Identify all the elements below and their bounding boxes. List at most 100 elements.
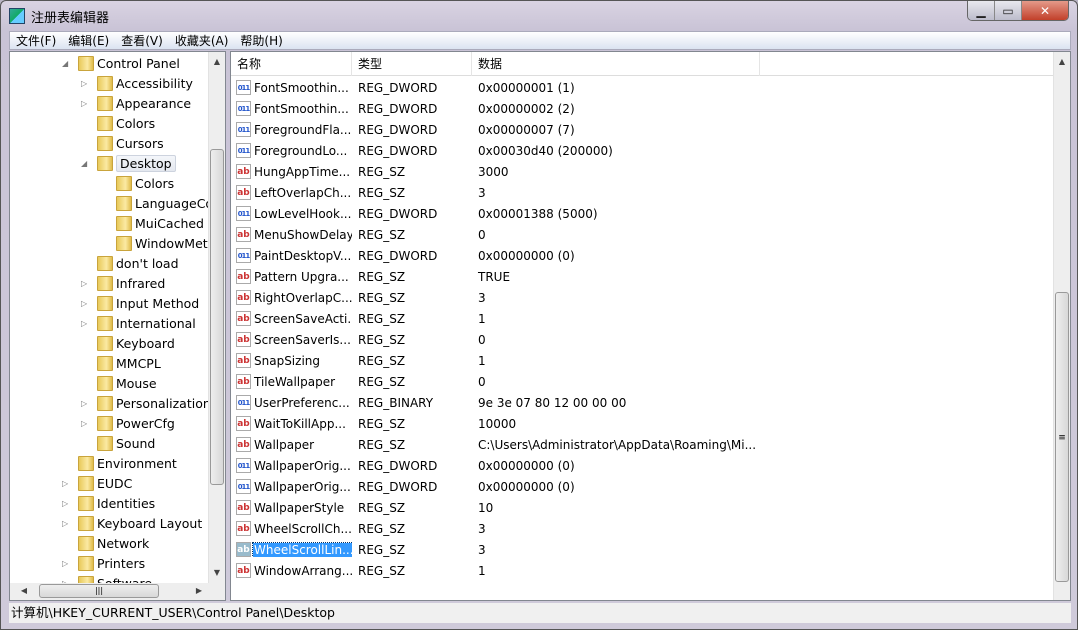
- tree-item[interactable]: ▷ Personalization: [81, 393, 211, 413]
- menu-edit[interactable]: 编辑(E): [62, 32, 115, 49]
- collapse-icon[interactable]: ◢: [81, 159, 91, 168]
- expand-icon[interactable]: ▷: [62, 559, 72, 568]
- column-header-name[interactable]: 名称: [231, 52, 352, 76]
- expand-icon[interactable]: ▷: [81, 419, 91, 428]
- value-row[interactable]: ab TileWallpaper REG_SZ 0: [231, 371, 1054, 392]
- tree-item-label: Environment: [97, 455, 177, 471]
- scrollbar-thumb[interactable]: ≡: [1055, 292, 1069, 582]
- tree-item[interactable]: ▷ Infrared: [81, 273, 165, 293]
- tree-item[interactable]: don't load: [81, 253, 179, 273]
- tree-item[interactable]: Mouse: [81, 373, 157, 393]
- tree-item[interactable]: Network: [62, 533, 149, 553]
- menu-help[interactable]: 帮助(H): [234, 32, 288, 49]
- value-data: 3: [478, 542, 486, 557]
- expand-icon[interactable]: ▷: [62, 499, 72, 508]
- value-row[interactable]: ab WheelScrollCh... REG_SZ 3: [231, 518, 1054, 539]
- scroll-down-icon[interactable]: ▼: [209, 565, 225, 581]
- value-row[interactable]: ab WheelScrollLin... REG_SZ 3: [231, 539, 1054, 560]
- tree-item[interactable]: Sound: [81, 433, 155, 453]
- value-row[interactable]: 011 WallpaperOrig... REG_DWORD 0x00000000 (…: [231, 476, 1054, 497]
- value-row[interactable]: ab HungAppTime... REG_SZ 3000: [231, 161, 1054, 182]
- tree-item[interactable]: ▷ Accessibility: [81, 73, 193, 93]
- value-name: WheelScrollLin...: [252, 542, 352, 557]
- value-row[interactable]: ab MenuShowDelay REG_SZ 0: [231, 224, 1054, 245]
- tree-item[interactable]: ▷ Identities: [62, 493, 155, 513]
- value-row[interactable]: 011 PaintDesktopV... REG_DWORD 0x00000000 (…: [231, 245, 1054, 266]
- tree-item[interactable]: Colors: [81, 113, 155, 133]
- expand-icon[interactable]: ▷: [81, 279, 91, 288]
- value-row[interactable]: ab WindowArrang... REG_SZ 1: [231, 560, 1054, 581]
- scrollbar-thumb[interactable]: |||: [39, 584, 159, 598]
- scroll-left-icon[interactable]: ◀: [16, 583, 32, 599]
- string-value-icon: ab: [236, 437, 251, 452]
- value-row[interactable]: 011 ForegroundLo... REG_DWORD 0x00030d40 (2…: [231, 140, 1054, 161]
- tree-item[interactable]: MMCPL: [81, 353, 161, 373]
- tree-item[interactable]: Cursors: [81, 133, 164, 153]
- value-row[interactable]: ab WaitToKillApp... REG_SZ 10000: [231, 413, 1054, 434]
- tree-item[interactable]: ▷ EUDC: [62, 473, 132, 493]
- minimize-button[interactable]: ▁: [968, 1, 995, 20]
- value-type: REG_SZ: [358, 290, 406, 305]
- list-vertical-scrollbar[interactable]: ▲ ≡: [1053, 52, 1070, 600]
- value-data: 0x00000002 (2): [478, 101, 575, 116]
- value-row[interactable]: ab ScreenSaverIs... REG_SZ 0: [231, 329, 1054, 350]
- column-header-data[interactable]: 数据: [472, 52, 760, 76]
- expand-icon[interactable]: ▷: [62, 479, 72, 488]
- scroll-up-icon[interactable]: ▲: [1054, 54, 1070, 70]
- expand-icon[interactable]: ▷: [81, 79, 91, 88]
- expand-icon[interactable]: ▷: [81, 99, 91, 108]
- scroll-right-icon[interactable]: ▶: [191, 583, 207, 599]
- value-data: 3: [478, 290, 486, 305]
- value-name: UserPreferenc...: [254, 395, 350, 410]
- scroll-up-icon[interactable]: ▲: [209, 54, 225, 70]
- value-row[interactable]: 011 FontSmoothin... REG_DWORD 0x00000002 (2…: [231, 98, 1054, 119]
- tree-item[interactable]: Colors: [100, 173, 174, 193]
- tree-item[interactable]: ▷ Keyboard Layout: [62, 513, 202, 533]
- value-type: REG_SZ: [358, 437, 406, 452]
- tree-vertical-scrollbar[interactable]: ▲ ▼: [208, 52, 225, 583]
- registry-editor-window: 注册表编辑器 ▁ ▭ ✕ 文件(F) 编辑(E) 查看(V) 收藏夹(A) 帮助…: [0, 0, 1078, 630]
- expand-icon[interactable]: ▷: [62, 519, 72, 528]
- value-row[interactable]: 011 LowLevelHook... REG_DWORD 0x00001388 (5…: [231, 203, 1054, 224]
- value-row[interactable]: 011 UserPreferenc... REG_BINARY 9e 3e 07 80…: [231, 392, 1054, 413]
- value-row[interactable]: 011 ForegroundFla... REG_DWORD 0x00000007 (…: [231, 119, 1054, 140]
- string-value-icon: ab: [236, 290, 251, 305]
- collapse-icon[interactable]: ◢: [62, 59, 72, 68]
- scrollbar-thumb[interactable]: [210, 149, 224, 485]
- tree-item[interactable]: ▷ International: [81, 313, 196, 333]
- tree-item[interactable]: Environment: [62, 453, 177, 473]
- tree-item[interactable]: ▷ PowerCfg: [81, 413, 175, 433]
- tree-item[interactable]: ▷ Printers: [62, 553, 145, 573]
- value-row[interactable]: 011 FontSmoothin... REG_DWORD 0x00000001 (1…: [231, 77, 1054, 98]
- value-row[interactable]: 011 WallpaperOrig... REG_DWORD 0x00000000 (…: [231, 455, 1054, 476]
- value-name: ForegroundLo...: [254, 143, 348, 158]
- close-button[interactable]: ✕: [1022, 1, 1068, 20]
- tree-item-label: Colors: [116, 115, 156, 131]
- tree-item[interactable]: ◢ Control Panel: [62, 53, 180, 73]
- value-type: REG_DWORD: [358, 143, 438, 158]
- value-row[interactable]: ab ScreenSaveActi... REG_SZ 1: [231, 308, 1054, 329]
- tree-item[interactable]: ◢ Desktop: [81, 153, 176, 173]
- expand-icon[interactable]: ▷: [81, 299, 91, 308]
- value-type: REG_SZ: [358, 374, 406, 389]
- value-row[interactable]: ab LeftOverlapCh... REG_SZ 3: [231, 182, 1054, 203]
- maximize-button[interactable]: ▭: [995, 1, 1022, 20]
- menu-file[interactable]: 文件(F): [10, 32, 62, 49]
- value-row[interactable]: ab Pattern Upgra... REG_SZ TRUE: [231, 266, 1054, 287]
- tree-item[interactable]: Keyboard: [81, 333, 175, 353]
- tree-horizontal-scrollbar[interactable]: ◀ ||| ▶: [10, 583, 225, 600]
- column-header-type[interactable]: 类型: [352, 52, 472, 76]
- value-row[interactable]: ab SnapSizing REG_SZ 1: [231, 350, 1054, 371]
- expand-icon[interactable]: ▷: [81, 399, 91, 408]
- value-row[interactable]: ab RightOverlapC... REG_SZ 3: [231, 287, 1054, 308]
- tree-item[interactable]: ▷ Input Method: [81, 293, 199, 313]
- tree-item[interactable]: MuiCached: [100, 213, 204, 233]
- expand-icon[interactable]: ▷: [81, 319, 91, 328]
- menu-view[interactable]: 查看(V): [115, 32, 169, 49]
- string-value-icon: ab: [236, 374, 251, 389]
- tree-item-label: Cursors: [116, 135, 164, 151]
- tree-item[interactable]: ▷ Appearance: [81, 93, 191, 113]
- menu-favorites[interactable]: 收藏夹(A): [169, 32, 235, 49]
- value-row[interactable]: ab WallpaperStyle REG_SZ 10: [231, 497, 1054, 518]
- value-row[interactable]: ab Wallpaper REG_SZ C:\Users\Administrator\…: [231, 434, 1054, 455]
